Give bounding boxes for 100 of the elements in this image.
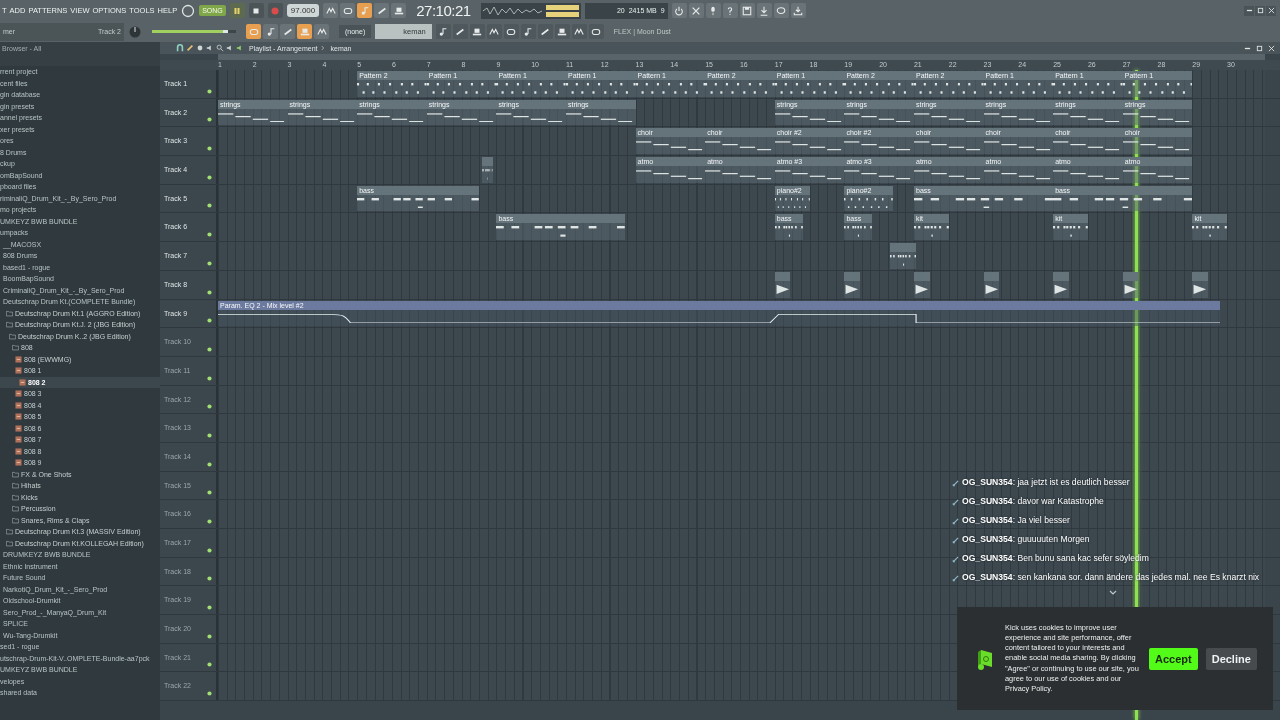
close-button[interactable] — [1266, 5, 1276, 16]
wave-icon — [325, 5, 336, 16]
microphone-button[interactable] — [705, 3, 721, 18]
led-icon[interactable] — [207, 375, 212, 381]
cross-button[interactable] — [688, 3, 704, 18]
toolbar-button[interactable] — [263, 24, 278, 39]
toolbar-button[interactable] — [340, 3, 356, 18]
speaker-icon[interactable] — [206, 44, 214, 52]
tool-button[interactable] — [503, 24, 519, 39]
clip-header — [1192, 271, 1209, 281]
restore-button[interactable] — [1255, 5, 1265, 16]
pattern-clip[interactable] — [914, 271, 930, 298]
tempo-display[interactable]: 97.000 — [286, 4, 320, 17]
chevron-down-icon[interactable] — [1109, 590, 1117, 595]
led-icon[interactable] — [207, 174, 212, 180]
sample-icon — [15, 447, 22, 455]
led-icon[interactable] — [207, 88, 212, 94]
led-icon[interactable] — [207, 691, 212, 697]
pattern-clip[interactable] — [889, 243, 916, 269]
pattern-clip[interactable] — [1192, 271, 1209, 298]
tool-button[interactable] — [486, 24, 502, 39]
tool-button[interactable] — [537, 24, 553, 39]
notes-drawing — [635, 80, 706, 97]
chat-message: OG_SUN354: Ja viel besser — [962, 514, 1070, 526]
led-icon[interactable] — [207, 146, 212, 152]
clip-header — [983, 271, 1000, 281]
wave-icon — [574, 26, 585, 37]
pattern-clip[interactable] — [774, 271, 791, 298]
notes-drawing — [566, 80, 636, 97]
pattern-clip[interactable] — [1053, 271, 1069, 298]
pencil-icon[interactable] — [186, 44, 194, 52]
led-icon[interactable] — [207, 404, 212, 410]
chat-button[interactable] — [773, 3, 789, 18]
sample-icon — [15, 424, 22, 432]
chevron-icon — [321, 45, 326, 51]
toolbar-button[interactable] — [357, 3, 373, 18]
notes-drawing — [774, 80, 845, 97]
toolbar-button[interactable] — [314, 24, 329, 39]
led-icon[interactable] — [207, 490, 212, 496]
clip-header — [1122, 271, 1139, 281]
stamp-icon — [472, 26, 483, 37]
sample-icon — [19, 378, 26, 386]
tool-button[interactable] — [452, 24, 468, 39]
slash-icon — [540, 26, 551, 37]
led-icon[interactable] — [207, 289, 212, 295]
pattern-clip[interactable] — [983, 271, 1000, 298]
tool-button[interactable] — [571, 24, 587, 39]
toolbar-button[interactable] — [374, 3, 390, 18]
toolbar-button[interactable] — [280, 24, 295, 39]
tool-button[interactable] — [588, 24, 604, 39]
note-icon — [438, 26, 449, 37]
tool-button[interactable] — [435, 24, 451, 39]
tool-button[interactable] — [520, 24, 536, 39]
led-icon[interactable] — [207, 346, 212, 352]
loop-icon — [506, 26, 517, 37]
decline-button[interactable]: Decline — [1205, 647, 1257, 670]
tool-button[interactable] — [469, 24, 485, 39]
tool-button[interactable] — [554, 24, 570, 39]
led-icon[interactable] — [207, 432, 212, 438]
close-button[interactable] — [1266, 43, 1276, 53]
help-button[interactable] — [722, 3, 738, 18]
led-icon[interactable] — [207, 662, 212, 668]
loop-icon — [248, 26, 259, 37]
led-icon[interactable] — [207, 576, 212, 582]
led-icon[interactable] — [207, 232, 212, 238]
stop-button[interactable] — [248, 3, 264, 18]
save-icon — [742, 5, 753, 16]
led-icon[interactable] — [207, 605, 212, 611]
pattern-clip[interactable] — [482, 157, 493, 183]
sample-icon — [15, 459, 22, 467]
led-icon[interactable] — [207, 117, 212, 123]
knob-icon[interactable] — [128, 24, 142, 39]
dot-icon[interactable] — [196, 44, 204, 52]
notes-drawing — [914, 80, 984, 97]
pattern-clip[interactable] — [844, 271, 861, 298]
led-icon[interactable] — [207, 260, 212, 266]
minimize-button[interactable] — [1244, 5, 1254, 16]
led-icon[interactable] — [207, 203, 212, 209]
led-icon[interactable] — [207, 633, 212, 639]
toolbar-button[interactable] — [391, 3, 407, 18]
accept-button[interactable]: Accept — [1149, 647, 1198, 670]
restore-button[interactable] — [1254, 43, 1264, 53]
led-icon[interactable] — [207, 519, 212, 524]
stamp-icon — [557, 26, 568, 37]
toolbar-button[interactable] — [323, 3, 339, 18]
led-icon[interactable] — [207, 461, 212, 467]
export-button[interactable] — [756, 3, 772, 18]
pause-button[interactable] — [229, 3, 245, 18]
clip-header — [914, 271, 930, 281]
ring-icon[interactable] — [181, 3, 196, 18]
clip-header — [482, 157, 493, 167]
led-icon[interactable] — [207, 547, 212, 553]
led-icon[interactable] — [207, 318, 212, 324]
minimize-icon — [1245, 7, 1253, 14]
magnet-icon[interactable] — [176, 44, 184, 52]
power-button[interactable] — [671, 3, 687, 18]
zoom-icon[interactable] — [216, 44, 224, 52]
save-button[interactable] — [739, 3, 755, 18]
loop-icon — [342, 5, 353, 16]
download-button[interactable] — [790, 3, 806, 18]
